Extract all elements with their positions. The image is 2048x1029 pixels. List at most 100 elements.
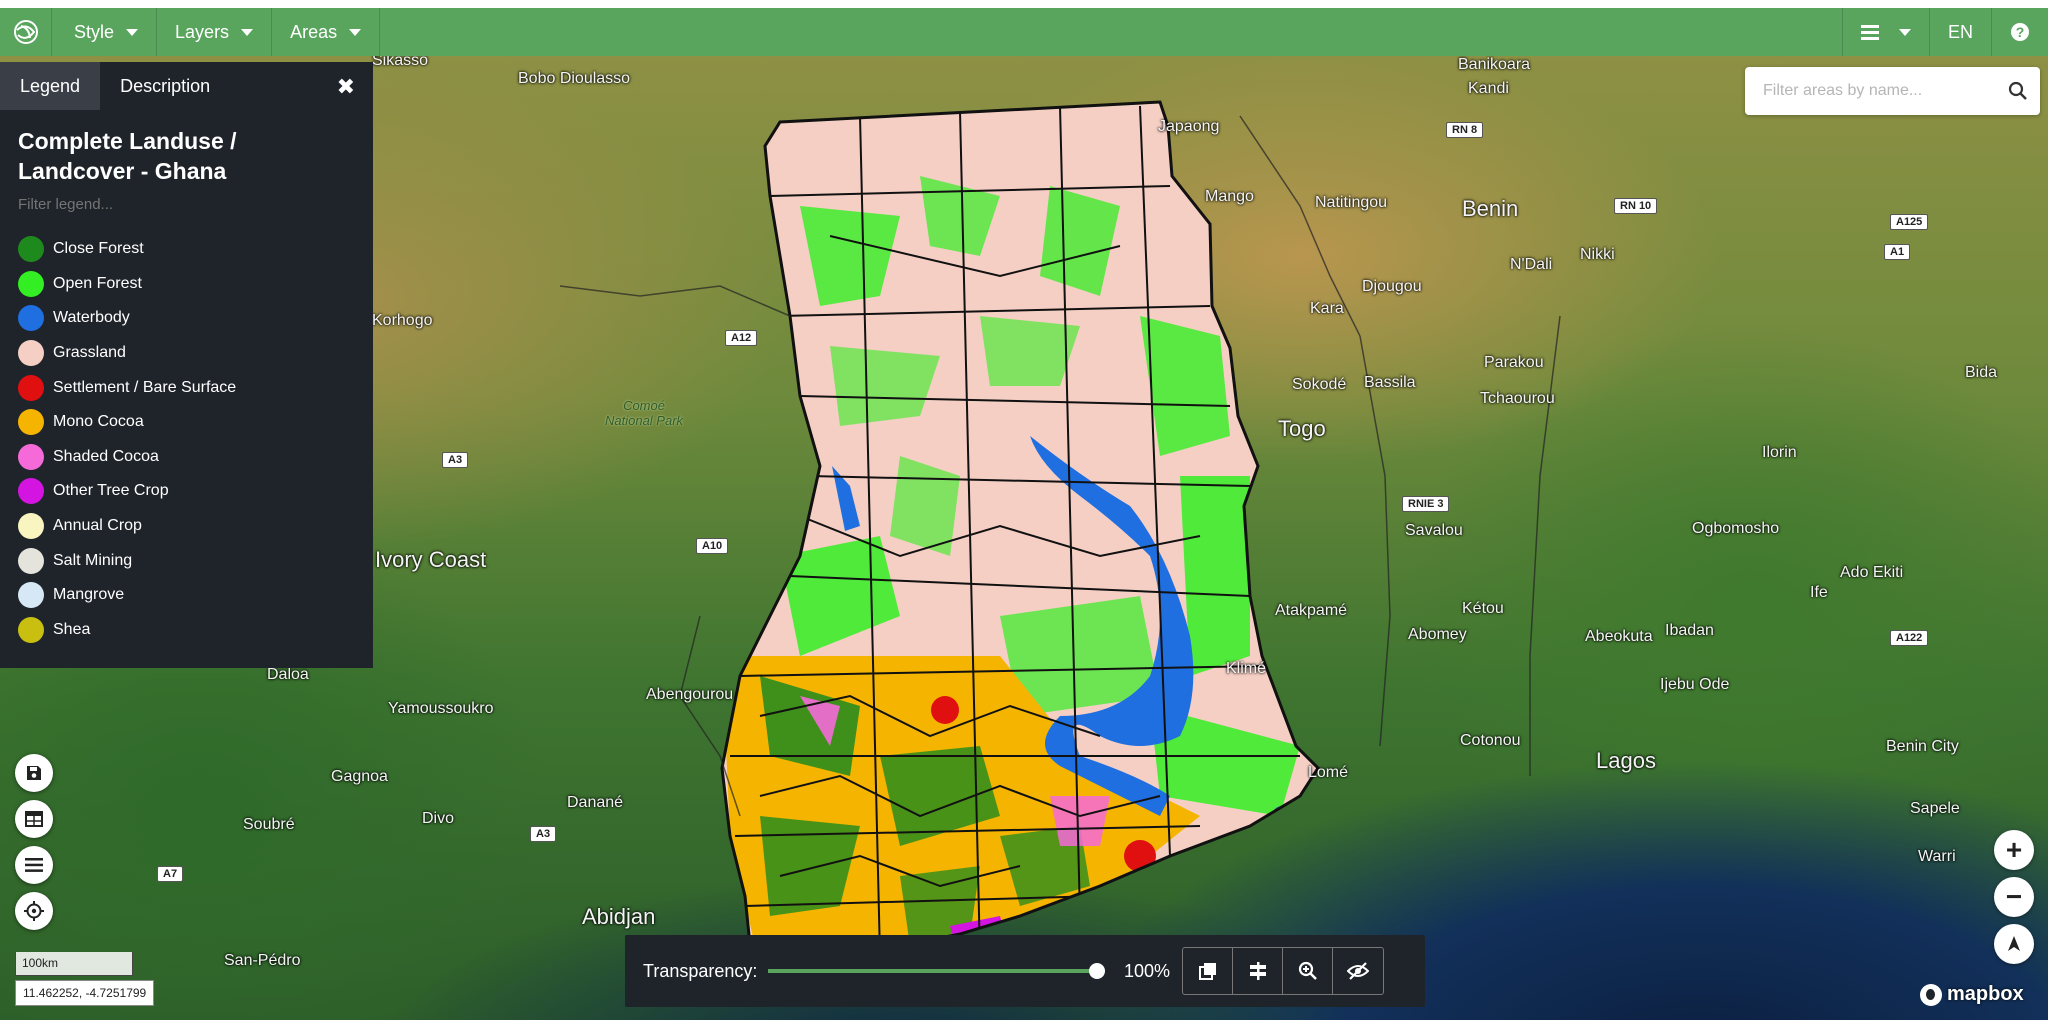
legend-item-label: Shaded Cocoa — [53, 447, 159, 465]
place-label: N'Dali — [1510, 256, 1553, 273]
legend-swatch — [18, 374, 44, 401]
place-label: Cotonou — [1460, 732, 1521, 749]
legend-swatch — [18, 513, 44, 540]
city-label: Lagos — [1596, 748, 1656, 773]
cursor-coordinates: 11.462252, -4.7251799 — [15, 980, 155, 1006]
legend-item-label: Waterbody — [53, 309, 130, 327]
layers-menu-button[interactable]: Layers — [157, 8, 273, 56]
legend-list: Close Forest Open Forest Waterbody Grass… — [0, 232, 373, 647]
place-label: Daloa — [267, 666, 309, 683]
country-label: Benin — [1462, 196, 1519, 221]
locate-button[interactable] — [15, 892, 53, 930]
tab-description[interactable]: Description — [100, 62, 230, 110]
place-label: Abomey — [1408, 626, 1467, 643]
zoom-in-button[interactable]: + — [1994, 830, 2034, 870]
legend-item-label: Open Forest — [53, 274, 142, 292]
place-label: Korhogo — [372, 312, 433, 329]
zoom-to-layer-button[interactable] — [1283, 948, 1333, 994]
transparency-slider[interactable] — [768, 963, 1105, 979]
style-menu-button[interactable]: Style — [52, 8, 158, 56]
area-search-box — [1745, 67, 2040, 115]
place-label: Tchaourou — [1480, 390, 1555, 407]
place-label: Bida — [1965, 364, 1998, 381]
road-shield: A3 — [530, 826, 557, 842]
road-shield: RN 10 — [1614, 198, 1658, 214]
legend-item[interactable]: Shea — [0, 613, 373, 648]
app-window: Style Layers Areas EN ? Bobo Dioulasso B… — [0, 0, 2048, 1029]
legend-item[interactable]: Other Tree Crop — [0, 474, 373, 509]
legend-swatch — [18, 409, 44, 436]
place-label: Sapele — [1910, 800, 1960, 817]
legend-item-label: Salt Mining — [53, 551, 133, 569]
legend-filter-input[interactable] — [18, 196, 348, 213]
chevron-down-icon — [1898, 28, 1911, 36]
layers-menu-label: Layers — [175, 21, 230, 42]
legend-item[interactable]: Annual Crop — [0, 509, 373, 544]
copy-layer-button[interactable] — [1183, 948, 1233, 994]
legend-title: Complete Landuse / Landcover - Ghana — [18, 128, 237, 184]
scale-bar: 100km — [15, 952, 133, 976]
country-label: Togo — [1278, 416, 1326, 441]
chevron-down-icon — [241, 28, 254, 36]
chevron-down-icon — [126, 28, 139, 36]
tab-legend[interactable]: Legend — [0, 62, 101, 110]
language-button[interactable]: EN — [1928, 8, 1991, 56]
layers-list-button[interactable] — [15, 846, 53, 884]
legend-item[interactable]: Mono Cocoa — [0, 405, 373, 440]
legend-item[interactable]: Shaded Cocoa — [0, 440, 373, 475]
legend-item-label: Grassland — [53, 344, 126, 362]
hide-layer-button[interactable] — [1333, 948, 1383, 994]
zoom-out-button[interactable]: − — [1994, 877, 2034, 917]
legend-item[interactable]: Open Forest — [0, 267, 373, 302]
place-label: Atakpamé — [1275, 602, 1348, 619]
legend-item[interactable]: Waterbody — [0, 301, 373, 336]
table-button[interactable] — [15, 800, 53, 838]
search-icon[interactable] — [1996, 81, 2040, 101]
road-shield: A3 — [442, 452, 469, 468]
close-icon[interactable]: ✖ — [337, 74, 355, 100]
legend-item-label: Other Tree Crop — [53, 482, 169, 500]
national-park-label: Comoé National Park — [605, 398, 684, 428]
place-label: Parakou — [1484, 354, 1544, 371]
area-search-input[interactable] — [1763, 82, 1996, 100]
split-compare-button[interactable] — [1233, 948, 1283, 994]
legend-item[interactable]: Grassland — [0, 336, 373, 371]
place-label: Japaong — [1158, 118, 1220, 135]
legend-item-label: Settlement / Bare Surface — [53, 378, 237, 396]
place-label: Sokodé — [1292, 376, 1347, 393]
north-arrow-icon — [2008, 936, 2020, 951]
legend-item[interactable]: Salt Mining — [0, 543, 373, 578]
slider-handle[interactable] — [1089, 963, 1105, 979]
legend-item[interactable]: Settlement / Bare Surface — [0, 370, 373, 405]
transparency-label: Transparency: — [643, 960, 758, 981]
main-menu-button[interactable] — [1841, 8, 1929, 56]
app-logo-icon[interactable] — [0, 8, 52, 56]
place-label: Kara — [1310, 300, 1344, 317]
road-shield: RNIE 3 — [1402, 496, 1450, 512]
svg-text:?: ? — [2016, 24, 2025, 40]
place-label: Natitingou — [1315, 194, 1388, 211]
place-label: Warri — [1918, 848, 1956, 865]
place-label: Ijebu Ode — [1660, 676, 1730, 693]
mapbox-label: mapbox — [1947, 983, 2024, 1005]
help-button[interactable]: ? — [1991, 8, 2048, 56]
legend-item-label: Close Forest — [53, 240, 144, 258]
legend-item[interactable]: Close Forest — [0, 232, 373, 267]
crosshair-icon — [24, 901, 44, 921]
save-button[interactable] — [15, 754, 53, 792]
place-label: Soubré — [243, 816, 295, 833]
areas-menu-label: Areas — [290, 21, 338, 42]
legend-swatch — [18, 547, 44, 574]
place-label: Kandi — [1468, 80, 1509, 97]
legend-item[interactable]: Mangrove — [0, 578, 373, 613]
compass-button[interactable] — [1994, 924, 2034, 964]
top-navigation-bar: Style Layers Areas EN ? — [0, 8, 2048, 56]
place-label: Ife — [1810, 584, 1828, 601]
panel-tabs: Legend Description ✖ — [0, 62, 373, 110]
place-label: Mango — [1205, 188, 1254, 205]
place-label: Abengourou — [646, 686, 734, 703]
mapbox-attribution[interactable]: mapbox — [1920, 983, 2024, 1006]
question-circle-icon: ? — [2011, 23, 2029, 41]
areas-menu-button[interactable]: Areas — [272, 8, 381, 56]
